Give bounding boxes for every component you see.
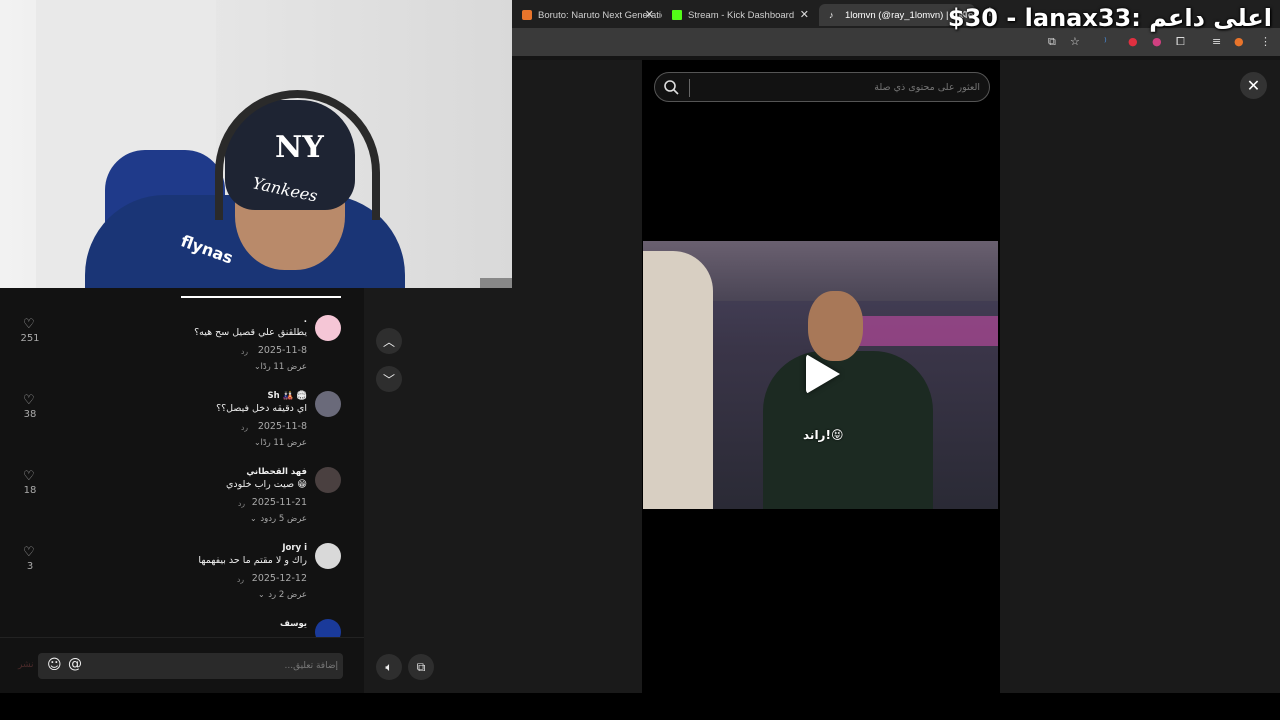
page-background xyxy=(512,60,642,288)
extension-icon[interactable]: ● xyxy=(1152,35,1162,48)
video-caption: راند!😝 xyxy=(803,428,844,442)
comment-username[interactable]: فهد القحطاني xyxy=(246,467,307,477)
post-comment-button[interactable]: نشر xyxy=(18,660,34,670)
cap-logo: NY xyxy=(275,130,324,165)
search-divider xyxy=(689,79,690,97)
heart-icon[interactable]: ♡ xyxy=(23,469,35,484)
like-count: 251 xyxy=(20,333,40,344)
comment-date: 2025-11-8 xyxy=(257,421,307,432)
view-replies-button[interactable]: عرض 2 رد xyxy=(268,590,307,600)
search-icon[interactable] xyxy=(663,79,679,95)
avatar[interactable] xyxy=(315,467,341,493)
view-replies-button[interactable]: عرض 5 ردود xyxy=(260,514,307,524)
search-input[interactable] xyxy=(695,77,980,97)
comment-text: يطلقنق علي قصيل سح هيه؟ xyxy=(194,327,307,338)
view-replies-button[interactable]: عرض 11 ردًا xyxy=(260,438,307,448)
play-icon[interactable] xyxy=(806,354,840,394)
heart-icon[interactable]: ♡ xyxy=(23,317,35,332)
tab-boruto[interactable]: Boruto: Naruto Next Generation ✕ xyxy=(512,4,662,26)
webcam-feed: NY Yankees flynas xyxy=(0,0,512,288)
reply-button[interactable]: رد xyxy=(241,347,248,356)
heart-icon[interactable]: ♡ xyxy=(23,545,35,560)
search-bar xyxy=(654,72,990,102)
tiktok-icon: ♪ xyxy=(829,10,834,20)
like-count: 38 xyxy=(23,409,37,420)
comment-date: 2025-12-12 xyxy=(251,573,307,584)
donation-alert: $30 - lanax33: اعلى داعم xyxy=(947,4,1272,32)
picture-in-picture-button[interactable]: ⧉ xyxy=(408,654,434,680)
comment-username[interactable]: يوسف xyxy=(280,619,307,629)
extension-icon[interactable]: ● xyxy=(1128,35,1138,48)
reply-button[interactable]: رد xyxy=(238,499,245,508)
comment-item: يوسف xyxy=(0,619,364,639)
bottom-bar xyxy=(0,693,1280,720)
avatar[interactable] xyxy=(315,315,341,341)
emoji-icon[interactable]: ☺ xyxy=(47,657,62,673)
mention-icon[interactable]: @ xyxy=(68,656,82,672)
comment-date: 2025-11-21 xyxy=(251,497,307,508)
video-player[interactable]: راند!😝 xyxy=(643,241,998,509)
comment-item: Sh 🎎 🏟 اي دقيقه دخل فيصل؟؟ 2025-11-8 رد … xyxy=(0,391,364,467)
comment-input-container: ☺ @ xyxy=(38,653,343,679)
comment-username[interactable]: Sh 🎎 🏟 xyxy=(268,391,307,401)
page-background xyxy=(1000,60,1280,693)
comment-text: اي دقيقه دخل فيصل؟؟ xyxy=(216,403,307,414)
tab-title: Stream - Kick Dashboard xyxy=(688,9,795,21)
comment-item: فهد القحطاني صيت راب خلودي 😁 2025-11-21 … xyxy=(0,467,364,543)
reply-button[interactable]: رد xyxy=(237,575,244,584)
video-person-left xyxy=(643,251,713,509)
comment-username[interactable]: Jory i xyxy=(282,543,307,553)
browser-toolbar: ⧉ ☆ ⁾ ● ● ⧠ ≡ ● ⋮ xyxy=(512,28,1280,56)
screen-share-icon[interactable]: ⧉ xyxy=(1048,35,1056,49)
video-nav-strip xyxy=(364,288,642,693)
comment-text: صيت راب خلودي 😁 xyxy=(225,479,307,490)
pip-icon: ⧉ xyxy=(416,659,426,674)
like-count: 18 xyxy=(23,485,37,496)
avatar[interactable] xyxy=(315,619,341,639)
close-tab-icon[interactable]: ✕ xyxy=(800,8,809,21)
avatar[interactable] xyxy=(315,543,341,569)
bookmark-star-icon[interactable]: ☆ xyxy=(1070,35,1080,48)
chevron-down-icon: ⌄ xyxy=(258,590,265,599)
reply-button[interactable]: رد xyxy=(241,423,248,432)
video-background-screen xyxy=(858,316,998,346)
tab-title: Boruto: Naruto Next Generation xyxy=(538,9,662,21)
comment-item: . يطلقنق علي قصيل سح هيه؟ 2025-11-8 رد ⌄… xyxy=(0,315,364,391)
comment-date: 2025-11-8 xyxy=(257,345,307,356)
comments-tab-indicator xyxy=(181,296,341,298)
microphone xyxy=(480,278,512,288)
avatar[interactable] xyxy=(315,391,341,417)
extensions-puzzle-icon[interactable]: ⧠ xyxy=(1176,35,1185,49)
heart-icon[interactable]: ♡ xyxy=(23,393,35,408)
comment-input[interactable] xyxy=(98,653,338,679)
video-person xyxy=(763,351,933,509)
volume-button[interactable]: 🔈︎ xyxy=(376,654,402,680)
reading-list-icon[interactable]: ≡ xyxy=(1212,35,1221,48)
previous-video-button[interactable]: ︿ xyxy=(376,328,402,354)
crunchyroll-icon xyxy=(522,10,532,20)
comment-text: راك و لا مقتم ما حد بيفهمها xyxy=(198,555,307,566)
video-person-head xyxy=(808,291,863,361)
comment-username[interactable]: . xyxy=(304,315,307,325)
next-video-button[interactable]: ﹀ xyxy=(376,366,402,392)
menu-kebab-icon[interactable]: ⋮ xyxy=(1260,35,1271,48)
close-button[interactable]: ✕ xyxy=(1240,72,1267,99)
comments-panel: . يطلقنق علي قصيل سح هيه؟ 2025-11-8 رد ⌄… xyxy=(0,288,364,693)
profile-avatar-icon[interactable]: ● xyxy=(1234,35,1244,48)
tab-kick-dashboard[interactable]: Stream - Kick Dashboard ✕ xyxy=(662,4,817,26)
chevron-down-icon: ﹀ xyxy=(382,372,395,387)
close-tab-icon[interactable]: ✕ xyxy=(645,8,654,21)
chevron-up-icon: ︿ xyxy=(382,334,395,349)
like-count: 3 xyxy=(26,561,34,572)
speaker-icon: 🔈︎ xyxy=(385,659,393,674)
extension-icon[interactable]: ⁾ xyxy=(1104,35,1107,48)
kick-icon xyxy=(672,10,682,20)
close-icon: ✕ xyxy=(1246,76,1261,95)
view-replies-button[interactable]: عرض 11 ردًا xyxy=(260,362,307,372)
chevron-down-icon: ⌄ xyxy=(250,514,257,523)
comment-item: Jory i راك و لا مقتم ما حد بيفهمها 2025-… xyxy=(0,543,364,619)
